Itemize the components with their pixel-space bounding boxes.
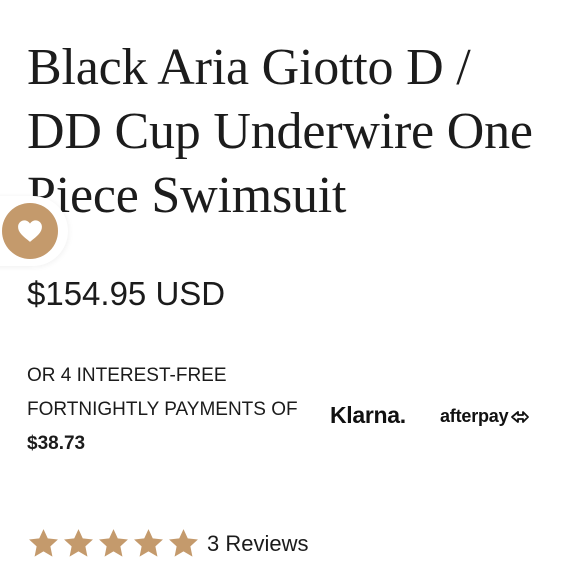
afterpay-logo[interactable]: afterpay xyxy=(440,406,530,427)
afterpay-arrows-icon xyxy=(511,410,530,423)
product-title: Black Aria Giotto D / DD Cup Underwire O… xyxy=(27,39,533,224)
product-price: $154.95 USD xyxy=(27,275,226,312)
installment-line-1: OR 4 INTEREST-FREE xyxy=(27,365,227,386)
wishlist-tab xyxy=(0,196,68,266)
star-icon xyxy=(134,529,163,557)
heart-icon xyxy=(18,220,42,242)
star-icon xyxy=(29,529,58,557)
installment-amount: $38.73 xyxy=(27,433,86,454)
star-icon xyxy=(169,529,198,557)
rating-summary[interactable]: 3 Reviews xyxy=(27,527,308,560)
installment-info: OR 4 INTEREST-FREE FORTNIGHTLY PAYMENTS … xyxy=(27,359,327,461)
klarna-label: Klarna. xyxy=(330,402,406,428)
reviews-link[interactable]: 3 Reviews xyxy=(207,531,308,557)
afterpay-label: afterpay xyxy=(440,406,509,426)
klarna-logo[interactable]: Klarna. xyxy=(330,402,406,429)
wishlist-button[interactable] xyxy=(2,203,58,259)
star-icon xyxy=(64,529,93,557)
star-icon xyxy=(99,529,128,557)
installment-line-2: FORTNIGHTLY PAYMENTS OF xyxy=(27,399,298,420)
star-rating xyxy=(27,527,202,560)
